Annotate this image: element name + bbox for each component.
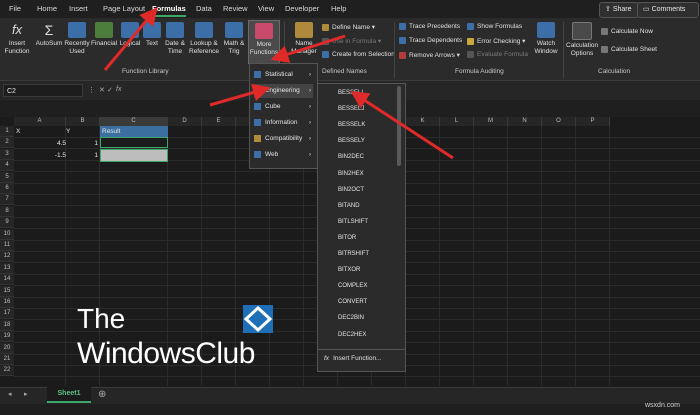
arrow-to-engineering xyxy=(209,83,271,107)
arrow-to-formulas-tab xyxy=(103,7,158,71)
arrow-to-more-functions xyxy=(270,34,346,63)
site-watermark: wsxdn.com xyxy=(645,402,681,409)
prev-sheet-icon[interactable]: ◂ xyxy=(8,390,12,398)
sheet-tab-sheet1[interactable]: Sheet1 xyxy=(47,387,91,403)
watermark-line-2: WindowsClub xyxy=(77,337,255,370)
sheet-tab-bar: ◂ ▸ ⊕ xyxy=(0,387,700,404)
next-sheet-icon[interactable]: ▸ xyxy=(24,390,28,398)
status-bar xyxy=(0,404,700,415)
arrow-to-besseli xyxy=(350,91,454,160)
watermark-line-1: The xyxy=(77,303,126,334)
windowsclub-logo xyxy=(243,305,273,333)
add-sheet-icon[interactable]: ⊕ xyxy=(98,389,106,400)
